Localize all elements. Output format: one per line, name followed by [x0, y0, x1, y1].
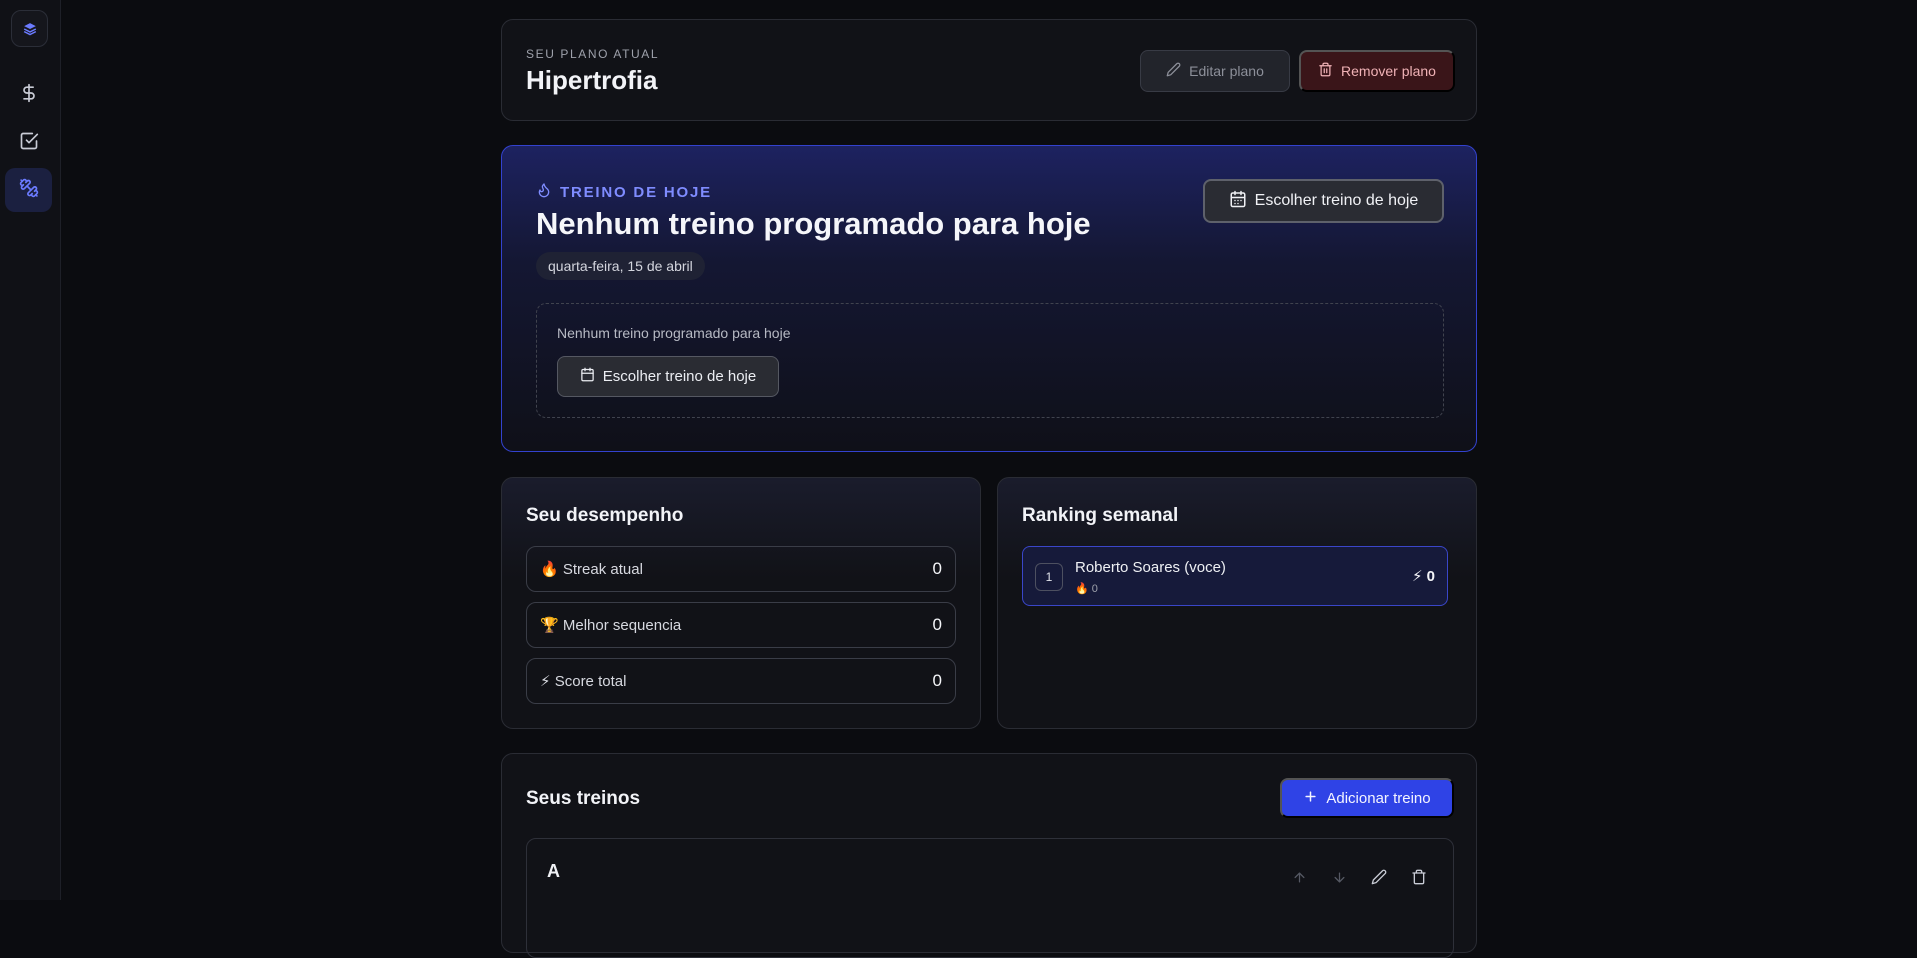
arrow-up-icon[interactable] — [1289, 867, 1309, 887]
date-badge: quarta-feira, 15 de abril — [536, 252, 705, 280]
arrow-down-icon[interactable] — [1329, 867, 1349, 887]
trash-icon[interactable] — [1409, 867, 1429, 887]
empty-workout-text: Nenhum treino programado para hoje — [557, 325, 791, 341]
sidebar-item-tasks[interactable] — [5, 121, 52, 165]
checkbox-icon — [19, 131, 39, 156]
ranking-row[interactable]: 1 Roberto Soares (voce) 🔥 0 ⚡ 0 — [1022, 546, 1448, 606]
plan-eyebrow: SEU PLANO ATUAL — [526, 47, 660, 61]
ranking-card: Ranking semanal 1 Roberto Soares (voce) … — [997, 477, 1477, 729]
remove-plan-button[interactable]: Remover plano — [1299, 50, 1455, 92]
edit-plan-button[interactable]: Editar plano — [1140, 50, 1290, 92]
stat-value: 0 — [932, 615, 942, 634]
plus-icon — [1303, 789, 1318, 808]
workout-item[interactable]: A — [526, 838, 1454, 958]
dollar-icon — [19, 83, 39, 108]
remove-plan-label: Remover plano — [1341, 63, 1436, 79]
fire-icon: 🔥 — [540, 561, 559, 578]
choose-today-workout-inner-button[interactable]: Escolher treino de hoje — [557, 356, 779, 397]
choose-today-inner-label: Escolher treino de hoje — [602, 368, 757, 385]
edit-plan-label: Editar plano — [1189, 63, 1264, 79]
stat-label: 🔥 Streak atual — [540, 561, 643, 578]
pencil-icon — [1166, 62, 1181, 80]
today-eyebrow-label: TREINO DE HOJE — [560, 183, 712, 201]
workouts-title: Seus treinos — [526, 788, 641, 809]
stat-total-score: ⚡ Score total 0 — [526, 658, 956, 704]
stat-best-sequence: 🏆 Melhor sequencia 0 — [526, 602, 956, 648]
plan-title: Hipertrofia — [526, 65, 658, 95]
trash-icon — [1318, 62, 1333, 80]
stat-label: 🏆 Melhor sequencia — [540, 617, 682, 634]
choose-today-workout-button[interactable]: Escolher treino de hoje — [1203, 179, 1444, 223]
trophy-icon: 🏆 — [540, 617, 559, 634]
workouts-card: Seus treinos Adicionar treino A — [501, 753, 1477, 958]
today-eyebrow: TREINO DE HOJE — [536, 182, 712, 202]
add-workout-label: Adicionar treino — [1326, 789, 1431, 807]
stat-value: 0 — [932, 671, 942, 690]
stat-value: 0 — [932, 559, 942, 578]
sidebar-item-finance[interactable] — [5, 73, 52, 117]
performance-card: Seu desempenho 🔥 Streak atual 0 🏆 Melhor… — [501, 477, 981, 729]
choose-today-label: Escolher treino de hoje — [1254, 192, 1419, 209]
app-logo-icon[interactable] — [11, 10, 48, 47]
performance-title: Seu desempenho — [526, 505, 684, 526]
empty-workout-box: Nenhum treino programado para hoje Escol… — [536, 303, 1444, 418]
pencil-icon[interactable] — [1369, 867, 1389, 887]
sidebar-item-workouts[interactable] — [5, 168, 52, 212]
calendar-icon — [1229, 190, 1247, 213]
rank-streak: 🔥 0 — [1075, 583, 1098, 595]
rank-position: 1 — [1035, 563, 1063, 591]
today-workout-card: TREINO DE HOJE Nenhum treino programado … — [501, 145, 1477, 452]
sidebar — [0, 0, 61, 900]
plan-card: SEU PLANO ATUAL Hipertrofia Editar plano… — [501, 19, 1477, 121]
calendar-icon — [580, 367, 595, 386]
stat-label: ⚡ Score total — [540, 673, 627, 690]
rank-user-name: Roberto Soares (voce) — [1075, 559, 1226, 576]
add-workout-button[interactable]: Adicionar treino — [1280, 778, 1454, 818]
today-title: Nenhum treino programado para hoje — [536, 206, 1091, 241]
lightning-icon: ⚡ — [540, 673, 551, 690]
rank-score: ⚡ 0 — [1411, 568, 1435, 585]
stat-streak: 🔥 Streak atual 0 — [526, 546, 956, 592]
workout-name: A — [547, 861, 560, 881]
flame-icon — [536, 182, 552, 202]
dumbbell-icon — [19, 178, 39, 203]
ranking-title: Ranking semanal — [1022, 505, 1179, 526]
